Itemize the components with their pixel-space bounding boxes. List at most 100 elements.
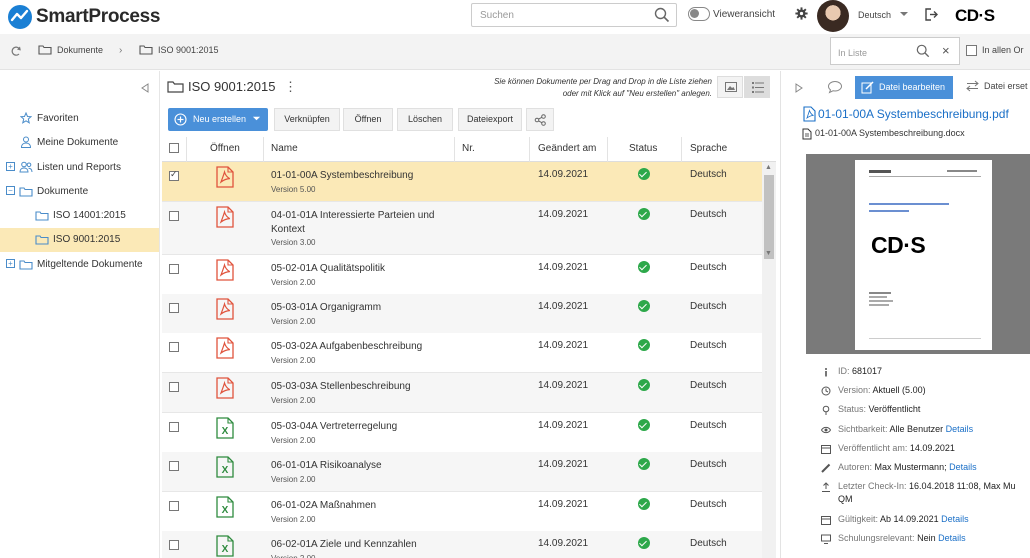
document-name[interactable]: 04-01-01A Interessierte Parteien und Kon… <box>271 209 456 237</box>
search-icon[interactable] <box>916 44 930 61</box>
pdf-file-icon[interactable] <box>216 298 234 320</box>
docx-file-link[interactable]: 01-01-00A Systembeschreibung.docx <box>815 128 965 138</box>
row-checkbox[interactable] <box>169 382 179 392</box>
table-row[interactable]: 05-02-01A Qualitätspolitik Version 2.00 14… <box>162 255 762 295</box>
table-row[interactable]: X 06-01-01A Risikoanalyse Version 2.00 14.0… <box>162 452 762 492</box>
app-logo-icon <box>8 5 32 29</box>
scroll-down-icon[interactable]: ▼ <box>765 250 772 257</box>
logout-icon[interactable] <box>925 8 939 24</box>
row-checkbox[interactable] <box>169 540 179 550</box>
list-view-button[interactable] <box>744 76 770 98</box>
comment-icon[interactable] <box>827 80 843 97</box>
document-name[interactable]: 06-02-01A Ziele und Kennzahlen <box>271 538 456 552</box>
tile-view-button[interactable] <box>717 76 743 98</box>
row-checkbox[interactable] <box>169 501 179 511</box>
column-open[interactable]: Öffnen <box>210 143 240 154</box>
table-row[interactable]: 05-03-03A Stellenbeschreibung Version 2.0… <box>162 373 762 413</box>
excel-file-icon[interactable]: X <box>216 496 234 518</box>
expand-icon[interactable]: + <box>6 259 15 268</box>
column-language[interactable]: Sprache <box>690 143 727 154</box>
document-name[interactable]: 06-01-01A Risikoanalyse <box>271 459 456 473</box>
new-document-button[interactable]: Neu erstellen <box>168 108 268 131</box>
sidebar-item-related-documents[interactable]: + Mitgeltende Dokumente <box>0 253 159 277</box>
global-search-input[interactable]: Suchen <box>471 3 677 27</box>
table-row[interactable]: 01-01-00A Systembeschreibung Version 5.00… <box>162 162 762 202</box>
details-link[interactable]: Details <box>938 533 966 543</box>
row-checkbox[interactable] <box>169 211 179 221</box>
calendar-icon <box>821 515 831 525</box>
edit-file-button[interactable]: Datei bearbeiten <box>855 76 953 99</box>
refresh-icon[interactable] <box>10 45 22 60</box>
folder-icon <box>19 259 33 273</box>
document-name[interactable]: 05-02-01A Qualitätspolitik <box>271 262 456 276</box>
list-search-input[interactable]: In Liste × <box>830 37 960 65</box>
row-checkbox[interactable] <box>169 303 179 313</box>
pdf-file-icon[interactable] <box>216 259 234 281</box>
chevron-down-icon[interactable] <box>899 9 909 22</box>
sidebar-item-iso-9001[interactable]: ISO 9001:2015 <box>0 228 159 252</box>
table-row[interactable]: X 06-02-01A Ziele und Kennzahlen Version 2… <box>162 531 762 558</box>
all-folders-checkbox[interactable] <box>966 45 977 56</box>
pdf-file-icon[interactable] <box>216 206 234 228</box>
gear-icon[interactable] <box>795 7 808 23</box>
table-row[interactable]: 05-03-02A Aufgabenbeschreibung Version 2.… <box>162 333 762 373</box>
share-button[interactable] <box>526 108 554 131</box>
pdf-file-icon[interactable] <box>216 166 234 188</box>
replace-file-button[interactable]: Datei erset <box>984 81 1028 91</box>
table-row[interactable]: 04-01-01A Interessierte Parteien und Kon… <box>162 202 762 255</box>
row-checkbox[interactable] <box>169 169 179 181</box>
row-checkbox[interactable] <box>169 461 179 471</box>
document-name[interactable]: 06-01-02A Maßnahmen <box>271 499 456 513</box>
column-name[interactable]: Name <box>271 143 298 154</box>
pdf-file-icon[interactable] <box>216 337 234 359</box>
column-changed[interactable]: Geändert am <box>538 143 596 154</box>
document-name[interactable]: 01-01-00A Systembeschreibung <box>271 169 456 183</box>
avatar[interactable] <box>817 0 849 32</box>
excel-file-icon[interactable]: X <box>216 535 234 557</box>
column-nr[interactable]: Nr. <box>462 143 475 154</box>
sidebar-item-favorites[interactable]: Favoriten <box>0 107 159 131</box>
sidebar-item-iso-14001[interactable]: ISO 14001:2015 <box>0 204 159 228</box>
table-row[interactable]: X 06-01-02A Maßnahmen Version 2.00 14.09.20… <box>162 492 762 532</box>
breadcrumb-item[interactable]: Dokumente <box>57 45 103 55</box>
collapse-icon[interactable]: − <box>6 186 15 195</box>
details-link[interactable]: Details <box>941 514 969 524</box>
details-link[interactable]: Details <box>949 462 977 472</box>
sidebar-item-my-documents[interactable]: Meine Dokumente <box>0 131 159 155</box>
table-row[interactable]: X 05-03-04A Vertreterregelung Version 2.00… <box>162 413 762 453</box>
sidebar-item-lists-reports[interactable]: + Listen und Reports <box>0 156 159 180</box>
collapse-sidebar-icon[interactable] <box>141 83 149 96</box>
expand-icon[interactable]: + <box>6 162 15 171</box>
column-status[interactable]: Status <box>629 143 657 154</box>
language-select[interactable]: Deutsch <box>858 10 891 20</box>
excel-file-icon[interactable]: X <box>216 456 234 478</box>
export-button[interactable]: Dateiexport <box>458 108 522 131</box>
row-checkbox[interactable] <box>169 264 179 274</box>
search-icon[interactable] <box>654 7 670 26</box>
scroll-up-icon[interactable]: ▲ <box>765 164 772 171</box>
select-all-checkbox[interactable] <box>169 143 179 153</box>
pdf-file-link[interactable]: 01-01-00A Systembeschreibung.pdf <box>818 107 1009 121</box>
link-button[interactable]: Verknüpfen <box>274 108 340 131</box>
close-icon[interactable]: × <box>942 43 950 58</box>
row-checkbox[interactable] <box>169 422 179 432</box>
document-name[interactable]: 05-03-01A Organigramm <box>271 301 456 315</box>
changed-date: 14.09.2021 <box>538 209 589 220</box>
viewer-toggle[interactable] <box>688 7 710 21</box>
more-options-icon[interactable]: ⋮ <box>284 79 297 95</box>
delete-button[interactable]: Löschen <box>397 108 453 131</box>
excel-file-icon[interactable]: X <box>216 417 234 439</box>
sidebar-item-documents[interactable]: − Dokumente <box>0 180 159 204</box>
scrollbar-thumb[interactable] <box>764 175 774 259</box>
breadcrumb-item[interactable]: ISO 9001:2015 <box>158 45 219 55</box>
table-header: Öffnen Name Nr. Geändert am Status Sprac… <box>162 137 776 162</box>
row-checkbox[interactable] <box>169 342 179 352</box>
document-name[interactable]: 05-03-04A Vertreterregelung <box>271 420 456 434</box>
pdf-file-icon[interactable] <box>216 377 234 399</box>
open-button[interactable]: Öffnen <box>343 108 393 131</box>
document-name[interactable]: 05-03-02A Aufgabenbeschreibung <box>271 340 456 354</box>
document-name[interactable]: 05-03-03A Stellenbeschreibung <box>271 380 456 394</box>
details-link[interactable]: Details <box>946 424 974 434</box>
collapse-panel-icon[interactable] <box>795 83 803 96</box>
table-row[interactable]: 05-03-01A Organigramm Version 2.00 14.09.2… <box>162 294 762 334</box>
